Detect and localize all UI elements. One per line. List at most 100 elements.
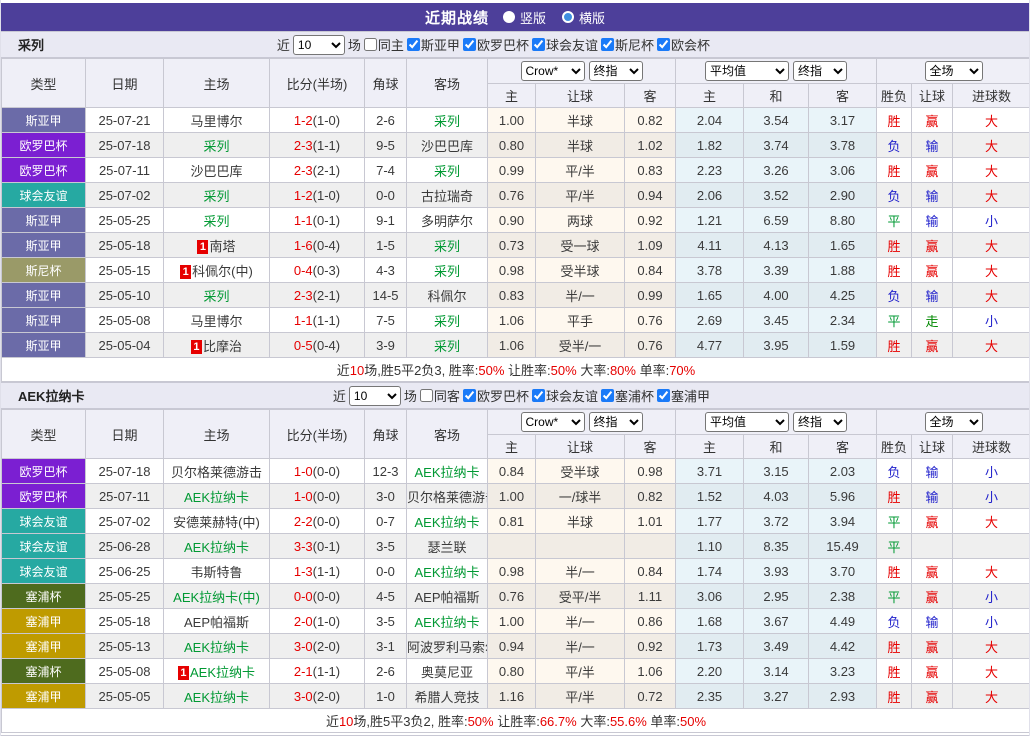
team-label: 马里博尔 (190, 313, 243, 329)
handicap-home-odds: 0.80 (487, 132, 536, 158)
handicap-home-odds: 0.81 (487, 508, 536, 534)
handicap-away-odds: 1.01 (623, 508, 677, 534)
league-filter-checkbox[interactable] (656, 38, 670, 51)
score-cell: 1-2(1-0) (269, 107, 365, 133)
result-goals: 大 (952, 332, 1029, 358)
home-team-cell: AEP帕福斯 (163, 608, 270, 634)
odds-stage-select[interactable]: 终指 (588, 61, 643, 81)
team-name: 采列 (18, 38, 45, 53)
near-label: 近 (332, 389, 346, 404)
handicap-line: 受半/一 (535, 332, 625, 358)
league-filter-3[interactable]: 斯尼杯 (600, 35, 654, 54)
handicap-away-odds: 0.83 (623, 157, 677, 183)
league-filter-checkbox[interactable] (656, 389, 670, 402)
league-filter-3[interactable]: 塞浦甲 (656, 386, 710, 405)
page-title: 近期战绩 (424, 9, 489, 27)
handicap-line: 半/一 (535, 282, 625, 308)
league-filter-checkbox[interactable] (406, 38, 420, 51)
league-filter-checkbox[interactable] (600, 38, 614, 51)
halftime-score: (1-1) (312, 137, 341, 153)
league-filter-2[interactable]: 球会友谊 (531, 35, 598, 54)
league-filter-label: 斯尼杯 (614, 38, 654, 53)
score-cell: 1-6(0-4) (269, 232, 365, 258)
avg-stage-select[interactable]: 终指 (793, 61, 848, 81)
halftime-score: (1-1) (312, 663, 341, 679)
radio-unselected-icon[interactable] (562, 11, 574, 23)
score-cell: 2-3(1-1) (269, 132, 365, 158)
home-team-cell: AEK拉纳卡 (163, 683, 270, 709)
view-mode-vertical-label: 竖版 (519, 10, 546, 26)
avg-draw-odds: 3.93 (743, 558, 810, 584)
league-badge: 斯亚甲 (1, 207, 86, 233)
odds-source-select[interactable]: Crow* (520, 412, 585, 432)
avg-away-odds: 3.70 (808, 558, 878, 584)
recent-count-select[interactable]: 10 (292, 34, 345, 55)
corner-cell: 3-1 (364, 633, 407, 659)
summary-segment: 近 (336, 363, 350, 378)
avg-stage-select[interactable]: 终指 (793, 412, 848, 432)
scope-select[interactable]: 全场 (924, 412, 983, 432)
odds-stage-select[interactable]: 终指 (588, 412, 643, 432)
league-filter-checkbox[interactable] (462, 38, 476, 51)
result-goals: 大 (952, 232, 1029, 258)
league-filter-1[interactable]: 欧罗巴杯 (462, 35, 529, 54)
col-header-sub-6: 胜负 (876, 434, 913, 459)
col-header-sub-2: 客 (623, 434, 677, 459)
recent-count-select[interactable]: 10 (348, 385, 401, 406)
handicap-home-odds: 0.99 (487, 157, 536, 183)
radio-selected-icon[interactable] (502, 11, 515, 23)
results-table-1: 类型 日期 主场 比分(半场) 角球 客场 Crow* 终指 平均值 终指 全场主让球客主和客胜负让… (1, 409, 1029, 733)
same-side-filter[interactable]: 同主 (363, 35, 404, 54)
same-side-checkbox[interactable] (363, 38, 377, 51)
result-win-draw-loss: 胜 (876, 658, 913, 684)
same-side-checkbox[interactable] (419, 389, 433, 402)
odds-source-select[interactable]: Crow* (520, 61, 585, 81)
handicap-home-odds: 0.76 (487, 583, 536, 609)
avg-home-odds: 4.77 (675, 332, 745, 358)
league-filter-checkbox[interactable] (600, 389, 614, 402)
league-filter-4[interactable]: 欧会杯 (656, 35, 710, 54)
league-filter-checkbox[interactable] (531, 38, 545, 51)
fulltime-score: 1-0 (293, 463, 313, 479)
summary-segment: 70% (669, 363, 696, 378)
handicap-line: 半球 (535, 107, 625, 133)
scope-select[interactable]: 全场 (924, 61, 983, 81)
league-badge: 欧罗巴杯 (1, 458, 86, 484)
handicap-home-odds: 0.98 (487, 558, 536, 584)
app-header: 近期战绩 竖版 横版 (1, 3, 1029, 31)
fulltime-score: 3-0 (293, 688, 313, 704)
away-team-cell: 瑟兰联 (406, 533, 488, 559)
avg-away-odds: 8.80 (808, 207, 878, 233)
league-filter-checkbox[interactable] (531, 389, 545, 402)
games-label: 场 (347, 38, 361, 53)
league-filter-2[interactable]: 塞浦杯 (600, 386, 654, 405)
league-filter-checkbox[interactable] (462, 389, 476, 402)
result-win-draw-loss: 胜 (876, 107, 913, 133)
avg-source-select[interactable]: 平均值 (705, 412, 790, 432)
league-filter-0[interactable]: 欧罗巴杯 (462, 386, 529, 405)
summary-segment: 66.7% (539, 714, 577, 729)
halftime-score: (1-0) (312, 613, 341, 629)
handicap-home-odds: 0.73 (487, 232, 536, 258)
view-mode-vertical[interactable]: 竖版 (502, 8, 546, 27)
handicap-home-odds: 0.80 (487, 658, 536, 684)
fulltime-score: 2-1 (293, 663, 313, 679)
avg-source-select[interactable]: 平均值 (705, 61, 790, 81)
date-cell: 25-07-02 (85, 508, 164, 534)
view-mode-horizontal[interactable]: 横版 (562, 8, 605, 27)
corner-cell: 4-3 (364, 257, 407, 283)
result-goals: 大 (952, 107, 1029, 133)
fulltime-score: 3-0 (293, 638, 313, 654)
handicap-home-odds: 1.00 (487, 107, 536, 133)
avg-draw-odds: 3.49 (743, 633, 810, 659)
result-goals: 大 (952, 658, 1029, 684)
fulltime-score: 2-3 (293, 137, 313, 153)
team-label: 阿波罗利马索尔 (407, 639, 487, 655)
team-label: AEK拉纳卡 (183, 689, 249, 705)
avg-draw-odds: 6.59 (743, 207, 810, 233)
league-filter-0[interactable]: 斯亚甲 (406, 35, 460, 54)
league-filter-1[interactable]: 球会友谊 (531, 386, 598, 405)
date-cell: 25-05-08 (85, 658, 164, 684)
same-side-filter[interactable]: 同客 (419, 386, 460, 405)
score-cell: 2-3(2-1) (269, 282, 365, 308)
